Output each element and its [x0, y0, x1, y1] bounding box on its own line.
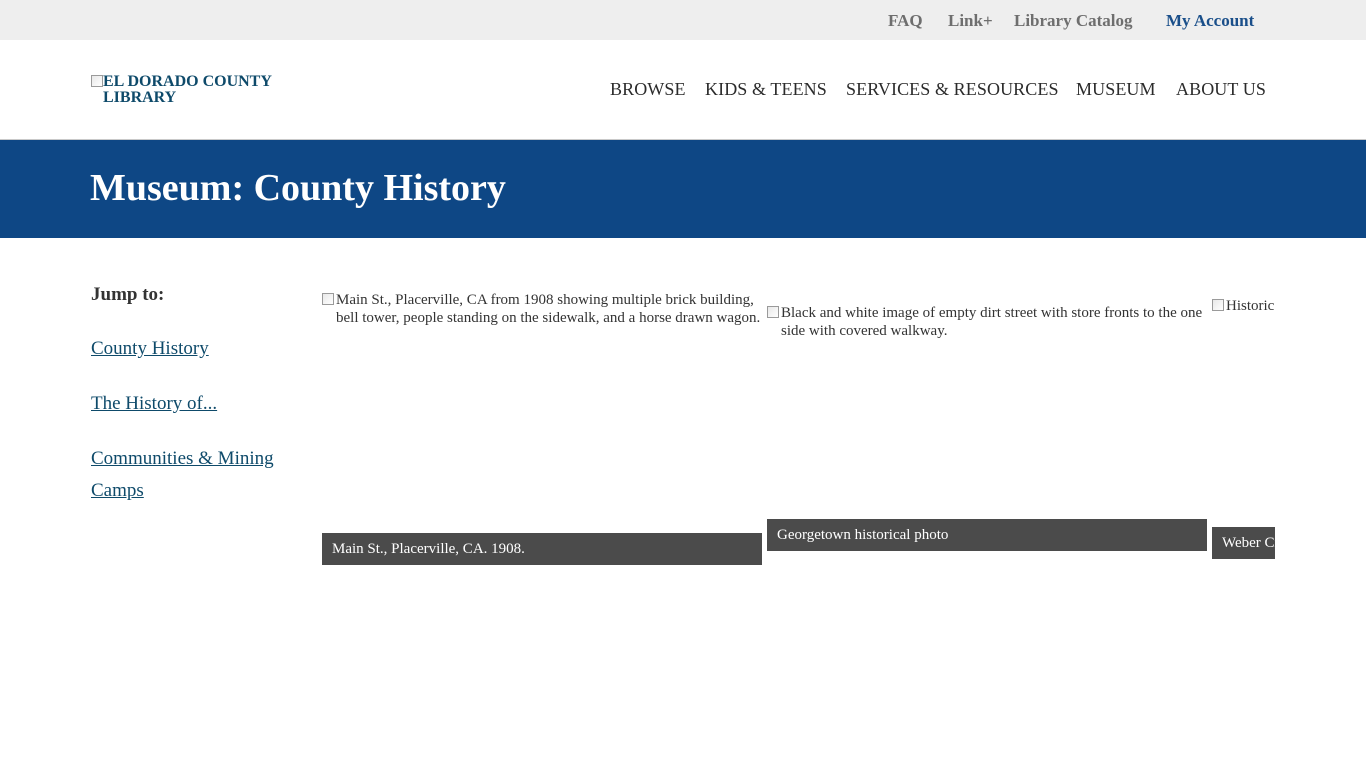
gallery-caption: Georgetown historical photo	[767, 519, 1207, 551]
nav-kids-teens[interactable]: KIDS & TEENS	[705, 79, 827, 100]
image-alt-text-content: Historic photo of the Weber Creek	[1226, 298, 1275, 314]
gallery-item[interactable]: Main St., Placerville, CA from 1908 show…	[322, 291, 762, 565]
site-header: EL DORADO COUNTY LIBRARY BROWSE KIDS & T…	[0, 40, 1366, 140]
broken-image-icon	[1212, 299, 1224, 311]
jump-to-label: Jump to:	[91, 284, 165, 305]
broken-image-icon	[322, 293, 334, 305]
nav-services-resources[interactable]: SERVICES & RESOURCES	[846, 79, 1059, 100]
broken-image-icon	[91, 75, 103, 87]
sidebar-link-county-history[interactable]: County History	[91, 333, 301, 365]
gallery-caption: Weber Creek	[1212, 527, 1275, 559]
gallery-caption: Main St., Placerville, CA. 1908.	[322, 533, 762, 565]
faq-link[interactable]: FAQ	[888, 11, 923, 31]
link-plus-link[interactable]: Link+	[948, 11, 993, 31]
nav-about-us[interactable]: ABOUT US	[1176, 79, 1266, 100]
logo-alt-text: EL DORADO COUNTY LIBRARY	[103, 73, 272, 106]
gallery-item[interactable]: Historic photo of the Weber Creek Weber …	[1212, 297, 1275, 559]
sidebar-link-history-of[interactable]: The History of...	[91, 388, 301, 420]
image-gallery: Main St., Placerville, CA from 1908 show…	[322, 238, 1275, 598]
page-title: Museum: County History	[90, 167, 506, 209]
image-alt-text: Main St., Placerville, CA from 1908 show…	[322, 291, 762, 327]
image-alt-text: Historic photo of the Weber Creek	[1212, 297, 1275, 315]
nav-museum[interactable]: MUSEUM	[1076, 79, 1156, 100]
image-alt-text-content: Black and white image of empty dirt stre…	[781, 305, 1203, 339]
library-logo[interactable]: EL DORADO COUNTY LIBRARY	[91, 74, 301, 106]
utility-bar: FAQ Link+ Library Catalog My Account	[0, 0, 1366, 40]
library-catalog-link[interactable]: Library Catalog	[1014, 11, 1133, 31]
image-alt-text-content: Main St., Placerville, CA from 1908 show…	[336, 292, 761, 326]
my-account-link[interactable]: My Account	[1166, 11, 1254, 31]
page-banner: Museum: County History	[0, 140, 1366, 238]
gallery-item[interactable]: Black and white image of empty dirt stre…	[767, 304, 1207, 551]
sidebar-link-communities-mining-camps[interactable]: Communities & Mining Camps	[91, 443, 301, 507]
image-alt-text: Black and white image of empty dirt stre…	[767, 304, 1207, 340]
broken-image-icon	[767, 306, 779, 318]
nav-browse[interactable]: BROWSE	[610, 79, 686, 100]
